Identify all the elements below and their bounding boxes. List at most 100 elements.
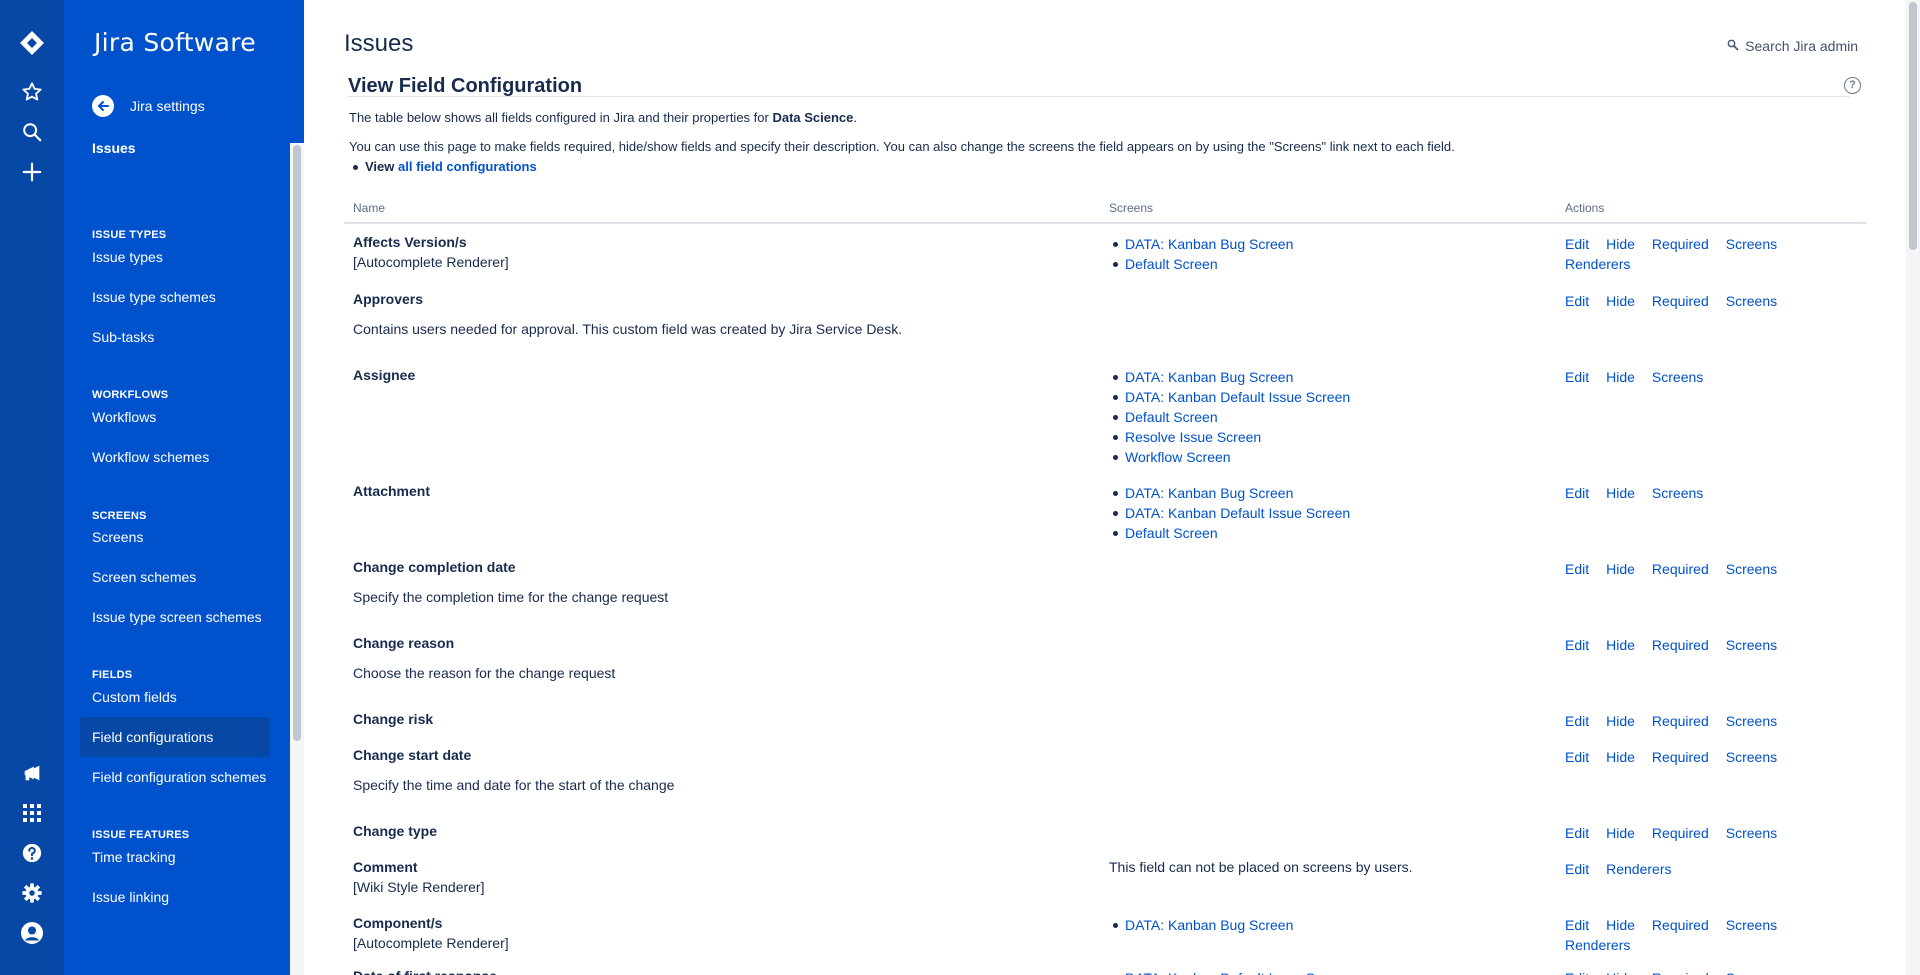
edit-action-link[interactable]: Edit [1565, 968, 1589, 975]
actions-cell: Edit Renderers [1565, 859, 1815, 879]
search-icon[interactable] [17, 117, 47, 147]
sidebar-item-workflow-schemes[interactable]: Workflow schemes [80, 437, 270, 477]
screen-link[interactable]: DATA: Kanban Bug Screen [1125, 485, 1293, 501]
edit-action-link[interactable]: Edit [1565, 367, 1589, 387]
create-icon[interactable] [17, 157, 47, 187]
required-action-link[interactable]: Required [1652, 234, 1709, 254]
search-jira-admin-link[interactable]: Search Jira admin [1727, 38, 1858, 54]
renderers-action-link[interactable]: Renderers [1606, 859, 1671, 879]
profile-icon[interactable] [17, 918, 47, 948]
sidebar-item-field-configurations[interactable]: Field configurations [80, 717, 270, 757]
screens-action-link[interactable]: Screens [1726, 711, 1777, 731]
help-icon[interactable]: ? [1844, 77, 1861, 94]
edit-action-link[interactable]: Edit [1565, 483, 1589, 503]
hide-action-link[interactable]: Hide [1606, 823, 1635, 843]
edit-action-link[interactable]: Edit [1565, 234, 1589, 254]
screens-action-link[interactable]: Screens [1726, 747, 1777, 767]
edit-action-link[interactable]: Edit [1565, 711, 1589, 731]
hide-action-link[interactable]: Hide [1606, 483, 1635, 503]
screens-action-link[interactable]: Screens [1726, 968, 1777, 975]
megaphone-icon[interactable] [17, 758, 47, 788]
sidebar-item-issue-type-schemes[interactable]: Issue type schemes [80, 277, 270, 317]
sidebar-item-screen-schemes[interactable]: Screen schemes [80, 557, 270, 597]
sidebar-item-screens[interactable]: Screens [80, 517, 270, 557]
screens-action-link[interactable]: Screens [1726, 635, 1777, 655]
intro-text: The table below shows all fields configu… [349, 110, 857, 125]
screen-link[interactable]: DATA: Kanban Bug Screen [1125, 917, 1293, 933]
required-action-link[interactable]: Required [1652, 968, 1709, 975]
edit-action-link[interactable]: Edit [1565, 635, 1589, 655]
screen-link[interactable]: DATA: Kanban Default Issue Screen [1125, 505, 1350, 521]
back-to-jira-settings[interactable]: Jira settings [92, 94, 205, 118]
help-icon[interactable] [17, 838, 47, 868]
screen-link[interactable]: DATA: Kanban Bug Screen [1125, 236, 1293, 252]
screen-link[interactable]: Resolve Issue Screen [1125, 429, 1261, 445]
screen-link[interactable]: DATA: Kanban Default Issue Screen [1125, 970, 1350, 975]
hide-action-link[interactable]: Hide [1606, 968, 1635, 975]
screen-link[interactable]: Default Screen [1125, 525, 1218, 541]
sidebar-scrollbar[interactable] [290, 143, 304, 975]
sidebar-item-sub-tasks[interactable]: Sub-tasks [80, 317, 270, 357]
hide-action-link[interactable]: Hide [1606, 635, 1635, 655]
required-action-link[interactable]: Required [1652, 915, 1709, 935]
screens-action-link[interactable]: Screens [1726, 234, 1777, 254]
screens-list: DATA: Kanban Bug Screen [1112, 915, 1293, 935]
hide-action-link[interactable]: Hide [1606, 559, 1635, 579]
sidebar-item-field-configuration-schemes[interactable]: Field configuration schemes [80, 757, 270, 797]
screens-action-link[interactable]: Screens [1726, 915, 1777, 935]
all-field-configurations-link[interactable]: all field configurations [398, 159, 537, 174]
edit-action-link[interactable]: Edit [1565, 747, 1589, 767]
product-title[interactable]: Jira Software [94, 28, 256, 57]
edit-action-link[interactable]: Edit [1565, 823, 1589, 843]
screens-action-link[interactable]: Screens [1726, 559, 1777, 579]
sidebar-item-workflows[interactable]: Workflows [80, 397, 270, 437]
screens-action-link[interactable]: Screens [1652, 483, 1703, 503]
list-item: DATA: Kanban Default Issue Screen [1112, 387, 1350, 407]
required-action-link[interactable]: Required [1652, 635, 1709, 655]
sidebar-item-custom-fields[interactable]: Custom fields [80, 677, 270, 717]
screens-action-link[interactable]: Screens [1726, 823, 1777, 843]
sidebar-item-issue-linking[interactable]: Issue linking [80, 877, 270, 917]
field-description: Contains users needed for approval. This… [353, 321, 903, 337]
hide-action-link[interactable]: Hide [1606, 234, 1635, 254]
hide-action-link[interactable]: Hide [1606, 291, 1635, 311]
screen-link[interactable]: DATA: Kanban Default Issue Screen [1125, 389, 1350, 405]
page-scrollbar-thumb[interactable] [1909, 2, 1917, 250]
required-action-link[interactable]: Required [1652, 291, 1709, 311]
actions-cell: Edit Hide Required Screens Renderers [1565, 234, 1815, 274]
required-action-link[interactable]: Required [1652, 559, 1709, 579]
star-icon[interactable] [17, 77, 47, 107]
screen-link[interactable]: DATA: Kanban Bug Screen [1125, 369, 1293, 385]
edit-action-link[interactable]: Edit [1565, 291, 1589, 311]
edit-action-link[interactable]: Edit [1565, 859, 1589, 879]
renderers-action-link[interactable]: Renderers [1565, 935, 1630, 955]
renderers-action-link[interactable]: Renderers [1565, 254, 1630, 274]
field-name: Affects Version/s [353, 234, 467, 250]
screens-list: DATA: Kanban Default Issue Screen [1125, 968, 1350, 975]
back-arrow-icon [92, 95, 114, 117]
screen-link[interactable]: Workflow Screen [1125, 449, 1231, 465]
sidebar-scrollbar-thumb[interactable] [293, 145, 301, 741]
edit-action-link[interactable]: Edit [1565, 915, 1589, 935]
screen-link[interactable]: Default Screen [1125, 256, 1218, 272]
required-action-link[interactable]: Required [1652, 823, 1709, 843]
required-action-link[interactable]: Required [1652, 747, 1709, 767]
edit-action-link[interactable]: Edit [1565, 559, 1589, 579]
sidebar-item-issue-type-screen-schemes[interactable]: Issue type screen schemes [80, 597, 270, 637]
hide-action-link[interactable]: Hide [1606, 747, 1635, 767]
sidebar-item-issue-types[interactable]: Issue types [80, 237, 270, 277]
sidebar-item-time-tracking[interactable]: Time tracking [80, 837, 270, 877]
hide-action-link[interactable]: Hide [1606, 367, 1635, 387]
page-scrollbar[interactable] [1906, 0, 1920, 975]
field-name: Change reason [353, 635, 455, 651]
settings-icon[interactable] [17, 878, 47, 908]
screen-link[interactable]: Default Screen [1125, 409, 1218, 425]
app-switcher-icon[interactable] [17, 798, 47, 828]
screens-action-link[interactable]: Screens [1726, 291, 1777, 311]
sidebar-item-issues[interactable]: Issues [80, 143, 270, 168]
hide-action-link[interactable]: Hide [1606, 915, 1635, 935]
screens-action-link[interactable]: Screens [1652, 367, 1703, 387]
required-action-link[interactable]: Required [1652, 711, 1709, 731]
jira-logo-icon[interactable] [17, 28, 47, 58]
hide-action-link[interactable]: Hide [1606, 711, 1635, 731]
